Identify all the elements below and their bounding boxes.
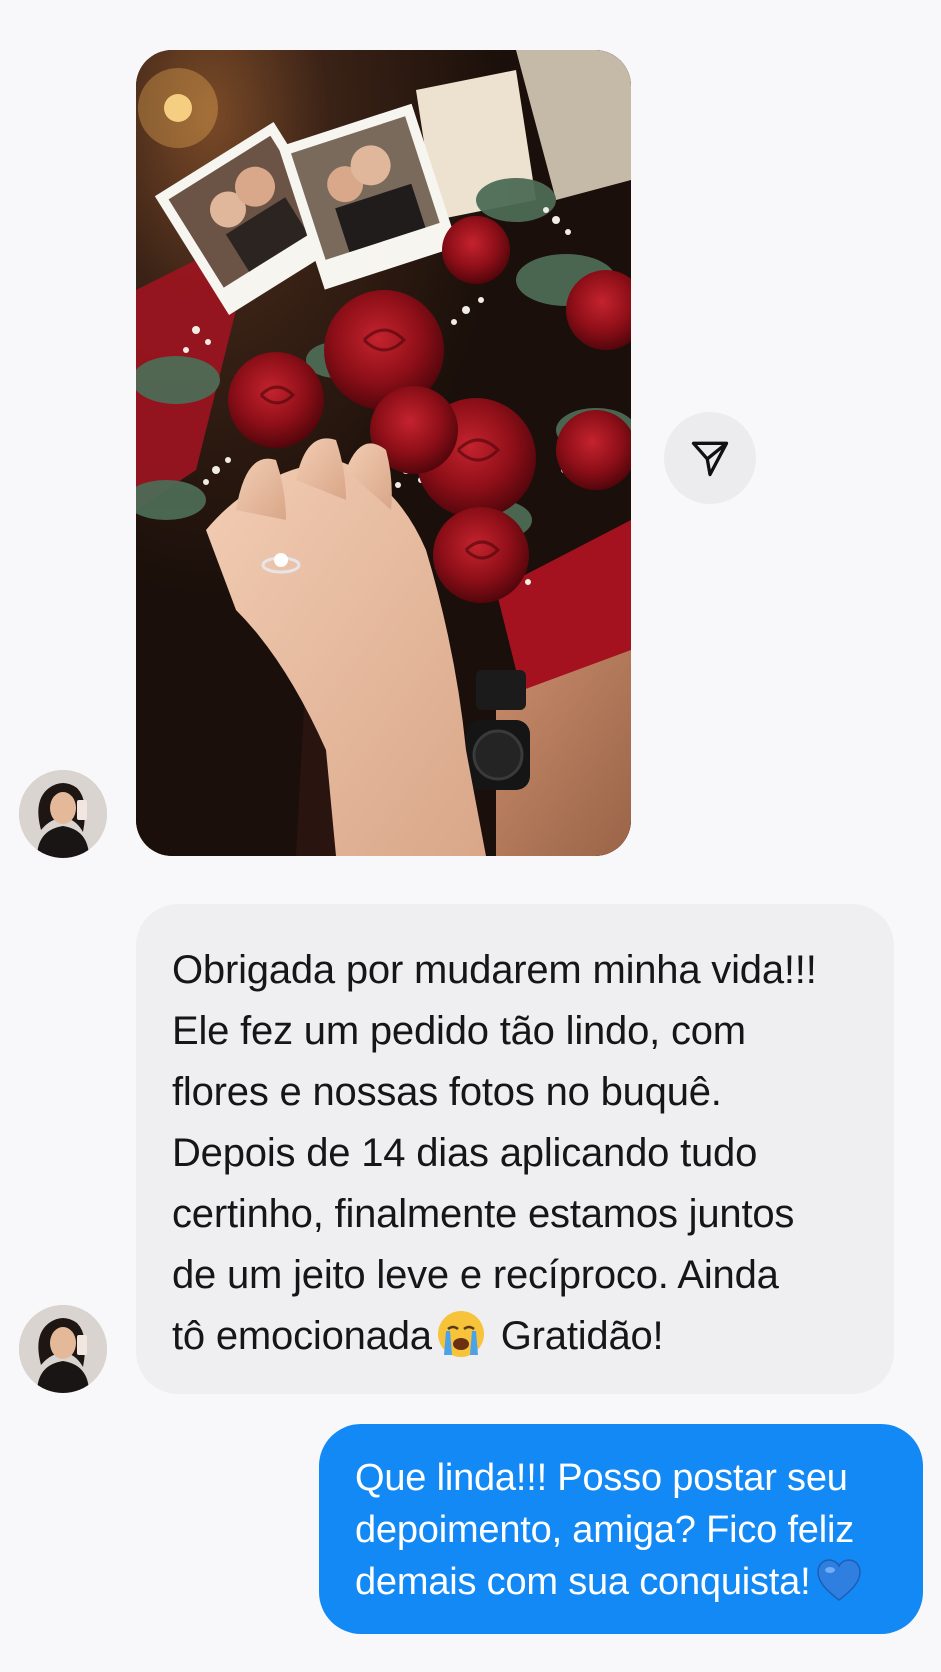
message-line: Gratidão!	[500, 1314, 664, 1358]
outgoing-message[interactable]: Que linda!!! Posso postar seu depoimento…	[319, 1424, 923, 1634]
message-line: depoimento, amiga? Fico feliz	[355, 1509, 855, 1551]
message-line: Que linda!!! Posso postar seu	[355, 1457, 848, 1499]
avatar[interactable]	[19, 1305, 107, 1393]
message-line: tô emocionada	[172, 1314, 432, 1358]
blue-heart-icon	[817, 1559, 862, 1601]
paper-plane-icon	[691, 441, 729, 477]
message-line: de um jeito leve e recíproco. Ainda	[172, 1253, 779, 1297]
avatar[interactable]	[19, 770, 107, 858]
contact-avatar-image	[19, 1305, 107, 1393]
message-line: demais com sua conquista!	[355, 1561, 811, 1603]
message-line: flores e nossas fotos no buquê.	[172, 1070, 722, 1114]
photo-message[interactable]	[136, 50, 631, 856]
message-line: certinho, finalmente estamos juntos	[172, 1192, 795, 1236]
message-line: Ele fez um pedido tão lindo, com	[172, 1009, 746, 1053]
share-button[interactable]	[664, 412, 756, 504]
photo-image	[136, 50, 631, 856]
loudly-crying-face-icon	[437, 1311, 484, 1357]
incoming-message[interactable]: Obrigada por mudarem minha vida!!! Ele f…	[136, 904, 894, 1394]
message-line: Depois de 14 dias aplicando tudo	[172, 1131, 758, 1175]
contact-avatar-image	[19, 770, 107, 858]
message-line: Obrigada por mudarem minha vida!!!	[172, 948, 817, 992]
